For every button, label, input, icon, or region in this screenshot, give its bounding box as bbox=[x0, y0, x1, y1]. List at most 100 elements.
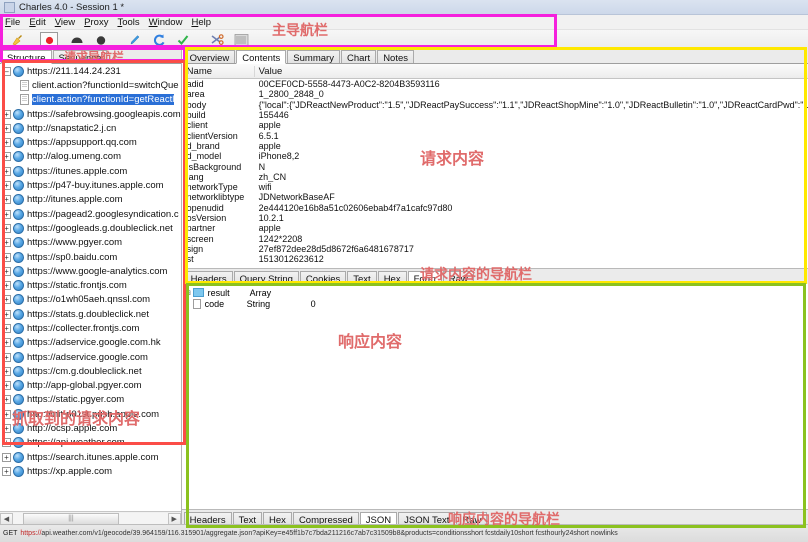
repeat-icon[interactable] bbox=[148, 31, 170, 49]
expand-icon[interactable]: + bbox=[2, 352, 11, 362]
response-bottom-tabstrip[interactable]: Headers Text Hex Compressed JSON JSON Text Raw bbox=[181, 509, 808, 526]
json-row[interactable]: code String 0 bbox=[184, 298, 808, 309]
table-row[interactable]: openudid 2e444120e16b8a51c02606ebab4f7a1c… bbox=[183, 203, 808, 213]
session-host-item[interactable]: + https://stats.g.doubleclick.net bbox=[0, 307, 181, 321]
request-tab-text[interactable]: Text bbox=[347, 271, 377, 285]
tab-overview[interactable]: Overview bbox=[183, 50, 236, 64]
tab-chart[interactable]: Chart bbox=[340, 50, 377, 64]
session-host-item[interactable]: + https://safebrowsing.googleapis.com bbox=[0, 107, 181, 121]
scroll-thumb[interactable]: ||| bbox=[23, 512, 119, 525]
table-row[interactable]: d_brand apple bbox=[183, 141, 808, 151]
session-host-item[interactable]: + https://collecter.frontjs.com bbox=[0, 321, 181, 335]
expand-icon[interactable]: + bbox=[2, 395, 11, 405]
menu-item-window[interactable]: Window bbox=[149, 17, 183, 28]
session-host-item[interactable]: + https://www.google-analytics.com bbox=[0, 264, 181, 278]
scroll-right-arrow[interactable]: ▶ bbox=[167, 512, 181, 525]
session-host-item[interactable]: + https://p47-buy.itunes.apple.com bbox=[0, 178, 181, 192]
session-host-item[interactable]: + https://adservice.google.com bbox=[0, 350, 181, 364]
clear-session-icon[interactable] bbox=[6, 31, 28, 49]
menu-item-tools[interactable]: Tools bbox=[117, 17, 139, 28]
request-tabstrip[interactable]: Overview Contents Summary Chart Notes bbox=[182, 48, 808, 64]
table-row[interactable]: networkType wifi bbox=[183, 182, 808, 192]
tab-contents[interactable]: Contents bbox=[236, 50, 287, 64]
table-row[interactable]: area 1_2800_2848_0 bbox=[183, 89, 808, 99]
expand-icon[interactable]: + bbox=[2, 195, 11, 205]
session-host-item[interactable]: + https://appsupport.qq.com bbox=[0, 135, 181, 149]
record-icon[interactable] bbox=[40, 31, 58, 49]
table-row[interactable]: d_model iPhone8,2 bbox=[183, 151, 808, 161]
expand-icon[interactable]: + bbox=[2, 223, 11, 233]
table-row[interactable]: client apple bbox=[183, 120, 808, 130]
table-row[interactable]: st 1513012623612 bbox=[183, 254, 808, 264]
response-json-tree[interactable]: ⊞ result Array code String 0 bbox=[181, 284, 808, 509]
expand-icon[interactable]: + bbox=[2, 266, 11, 276]
validate-icon[interactable] bbox=[172, 31, 194, 49]
tab-sequence[interactable]: Sequence bbox=[52, 50, 108, 64]
menu-item-proxy[interactable]: Proxy bbox=[84, 17, 108, 28]
json-row[interactable]: ⊞ result Array bbox=[184, 287, 808, 298]
request-bottom-tabstrip[interactable]: Headers Query String Cookies Text Hex Form Raw bbox=[182, 268, 808, 285]
expand-icon[interactable]: + bbox=[2, 109, 11, 119]
compose-icon[interactable] bbox=[124, 31, 146, 49]
session-host-item[interactable]: + http://alog.umeng.com bbox=[0, 150, 181, 164]
session-host-item[interactable]: + https://static.pgyer.com bbox=[0, 393, 181, 407]
expand-icon[interactable]: + bbox=[2, 381, 11, 391]
tab-notes[interactable]: Notes bbox=[377, 50, 415, 64]
session-host-item[interactable]: + https://sp0.baidu.com bbox=[0, 250, 181, 264]
expand-icon[interactable]: + bbox=[2, 281, 11, 291]
session-tabstrip[interactable]: Structure Sequence bbox=[0, 48, 181, 64]
collapse-icon[interactable]: – bbox=[2, 66, 11, 76]
scroll-left-arrow[interactable]: ◀ bbox=[0, 512, 13, 525]
table-row[interactable]: osVersion 10.2.1 bbox=[183, 213, 808, 223]
table-row[interactable]: build 155446 bbox=[183, 110, 808, 120]
session-host-item[interactable]: + https://itunes.apple.com bbox=[0, 164, 181, 178]
table-row[interactable]: adid 00CEF0CD-5558-4473-A0C2-8204B3593116 bbox=[183, 79, 808, 89]
session-host-item[interactable]: + http://itunes.apple.com bbox=[0, 193, 181, 207]
expand-icon[interactable]: + bbox=[2, 409, 11, 419]
menu-item-file[interactable]: FFileile bbox=[5, 17, 20, 28]
session-host-item[interactable]: + https://pagead2.googlesyndication.c bbox=[0, 207, 181, 221]
expand-icon[interactable]: + bbox=[2, 123, 11, 133]
request-tab-raw[interactable]: Raw bbox=[442, 271, 474, 285]
session-host-item[interactable]: + http://app-global.pgyer.com bbox=[0, 379, 181, 393]
expand-icon[interactable]: + bbox=[2, 452, 11, 462]
session-host-item[interactable]: + https://o1wh05aeh.qnssl.com bbox=[0, 293, 181, 307]
map-icon[interactable] bbox=[230, 31, 252, 49]
request-tab-query-string[interactable]: Query String bbox=[233, 271, 299, 285]
expand-icon[interactable]: + bbox=[2, 138, 11, 148]
scroll-track[interactable]: ||| bbox=[13, 512, 168, 525]
expand-icon[interactable]: + bbox=[2, 152, 11, 162]
request-tab-form[interactable]: Form bbox=[407, 271, 442, 285]
table-row[interactable]: partner apple bbox=[183, 223, 808, 233]
session-host-item[interactable]: + http://init-p01st.push.apple.com bbox=[0, 407, 181, 421]
table-row[interactable]: sign 27ef872dee28d5d8672f6a6481678717 bbox=[183, 244, 808, 254]
expand-icon[interactable]: ⊞ bbox=[184, 289, 193, 297]
menu-bar[interactable]: FFileile Edit View Proxy Tools Window He… bbox=[0, 15, 808, 30]
expand-icon[interactable]: + bbox=[2, 438, 11, 448]
session-host-item[interactable]: + https://static.frontjs.com bbox=[0, 278, 181, 292]
request-contents-table[interactable]: Name Value adid 00CEF0CD-5558-4473-A0C2-8… bbox=[182, 64, 808, 268]
session-host-item[interactable]: + http://snapstatic2.j.cn bbox=[0, 121, 181, 135]
tab-summary[interactable]: Summary bbox=[287, 50, 340, 64]
menu-item-edit[interactable]: Edit bbox=[29, 17, 45, 28]
request-tab-hex[interactable]: Hex bbox=[377, 271, 407, 285]
expand-icon[interactable]: + bbox=[2, 166, 11, 176]
expand-icon[interactable]: + bbox=[2, 323, 11, 333]
expand-icon[interactable]: + bbox=[2, 309, 11, 319]
expand-icon[interactable]: + bbox=[2, 238, 11, 248]
expand-icon[interactable]: + bbox=[2, 424, 11, 434]
session-host-item[interactable]: + http://ocsp.apple.com bbox=[0, 421, 181, 435]
session-tree-hscrollbar[interactable]: ◀ ||| ▶ bbox=[0, 511, 181, 525]
session-host-item[interactable]: + https://cm.g.doubleclick.net bbox=[0, 364, 181, 378]
expand-icon[interactable]: + bbox=[2, 366, 11, 376]
table-row[interactable]: clientVersion 6.5.1 bbox=[183, 130, 808, 141]
throttle-icon[interactable] bbox=[66, 31, 88, 49]
session-host-item[interactable]: + https://adservice.google.com.hk bbox=[0, 336, 181, 350]
expand-icon[interactable]: + bbox=[2, 466, 11, 476]
menu-item-help[interactable]: Help bbox=[191, 17, 211, 28]
session-host-item[interactable]: + https://xp.apple.com bbox=[0, 464, 181, 478]
session-host-item[interactable]: + https://search.itunes.apple.com bbox=[0, 450, 181, 464]
request-tab-headers[interactable]: Headers bbox=[184, 271, 233, 285]
expand-icon[interactable]: + bbox=[2, 295, 11, 305]
table-row[interactable]: screen 1242*2208 bbox=[183, 233, 808, 244]
